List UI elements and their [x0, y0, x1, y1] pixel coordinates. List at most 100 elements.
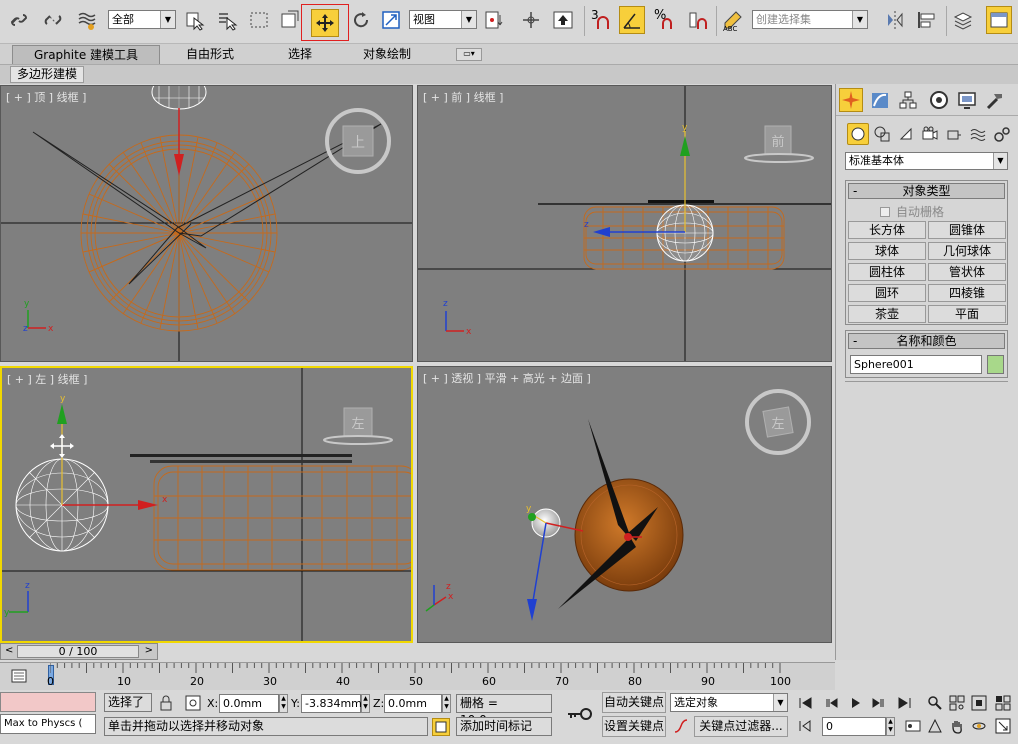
- go-to-end-icon[interactable]: [896, 694, 914, 712]
- pivot-center-icon[interactable]: [481, 6, 507, 34]
- selection-filter-dropdown[interactable]: 全部 ▼: [108, 10, 176, 29]
- add-time-tag-button[interactable]: 添加时间标记: [456, 717, 552, 736]
- cameras-icon[interactable]: [919, 123, 941, 145]
- pyramid-button[interactable]: 四棱锥: [928, 284, 1006, 302]
- mirror-icon[interactable]: [882, 6, 908, 34]
- maxscript-mini-listener[interactable]: Max to Physcs (: [0, 714, 96, 734]
- systems-icon[interactable]: [991, 123, 1013, 145]
- time-slider-thumb[interactable]: 0 / 100: [17, 645, 139, 658]
- time-slider[interactable]: < 0 / 100 >: [0, 643, 158, 660]
- next-frame-icon[interactable]: [870, 694, 888, 712]
- y-coord-input[interactable]: -3.834mm: [301, 694, 362, 713]
- geometry-icon[interactable]: [847, 123, 869, 145]
- key-filters-button[interactable]: 关键点过滤器...: [694, 716, 788, 737]
- tab-object-paint[interactable]: 对象绘制: [346, 45, 428, 64]
- reference-coord-dropdown[interactable]: 视图 ▼: [409, 10, 477, 29]
- angle-snap-icon[interactable]: [619, 6, 645, 34]
- maxscript-listener-pink[interactable]: [0, 692, 96, 712]
- pan-hand-icon[interactable]: [948, 717, 966, 735]
- spinner-snap-icon[interactable]: [684, 6, 710, 34]
- x-coord-input[interactable]: 0.0mm: [219, 694, 279, 713]
- plane-button[interactable]: 平面: [928, 305, 1006, 323]
- torus-button[interactable]: 圆环: [848, 284, 926, 302]
- viewport-top-label[interactable]: [ + ] 顶 ] 线框 ]: [6, 89, 86, 105]
- autogrid-checkbox[interactable]: 自动栅格: [880, 203, 944, 220]
- viewport-left[interactable]: y x 左 z y [ + ] 左 ] 线框 ]: [0, 366, 413, 643]
- layer-manager-icon[interactable]: [950, 6, 976, 34]
- z-spinner[interactable]: ▲ ▼: [442, 694, 451, 713]
- current-frame-input[interactable]: 0: [822, 717, 886, 736]
- motion-tab-icon[interactable]: [927, 88, 951, 112]
- key-mode-dropdown[interactable]: 选定对象 ▼: [670, 693, 788, 712]
- object-type-header[interactable]: - 对象类型: [848, 183, 1005, 199]
- align-icon[interactable]: [914, 6, 940, 34]
- viewport-front[interactable]: y z 前 z x [ + ] 前 ] 线框 ]: [417, 85, 832, 362]
- percent-snap-icon[interactable]: %: [651, 6, 677, 34]
- key-icon[interactable]: [566, 702, 594, 726]
- zoom-extents-all-icon[interactable]: [994, 694, 1012, 712]
- play-icon[interactable]: [846, 694, 864, 712]
- prev-frame-icon[interactable]: <: [5, 645, 13, 656]
- default-tangent-icon[interactable]: [672, 717, 690, 735]
- helpers-icon[interactable]: [943, 123, 965, 145]
- create-tab-icon[interactable]: [839, 88, 863, 112]
- time-tag-icon[interactable]: [432, 718, 450, 736]
- key-mode-toggle-icon[interactable]: [796, 717, 814, 735]
- field-of-view-icon[interactable]: [926, 717, 944, 735]
- y-spinner[interactable]: ▲ ▼: [361, 694, 370, 713]
- window-crossing-icon[interactable]: [276, 6, 302, 34]
- keyboard-shortcut-icon[interactable]: [550, 6, 576, 34]
- track-bar[interactable]: 0 10 20 30 40 50 60 70 80 90 100: [0, 662, 835, 690]
- orbit-icon[interactable]: [970, 717, 988, 735]
- tab-freeform[interactable]: 自由形式: [170, 45, 250, 64]
- geosphere-button[interactable]: 几何球体: [928, 242, 1006, 260]
- lights-icon[interactable]: [895, 123, 917, 145]
- viewport-left-label[interactable]: [ + ] 左 ] 线框 ]: [7, 371, 87, 387]
- cone-button[interactable]: 圆锥体: [928, 221, 1006, 239]
- display-tab-icon[interactable]: [955, 88, 979, 112]
- named-selection-dropdown[interactable]: 创建选择集 ▼: [752, 10, 868, 29]
- graphite-toggle-icon[interactable]: [986, 6, 1012, 34]
- auto-key-button[interactable]: 自动关键点: [602, 692, 666, 713]
- unlink-icon[interactable]: [40, 6, 66, 34]
- set-key-button[interactable]: 设置关键点: [602, 716, 666, 737]
- viewport-front-label[interactable]: [ + ] 前 ] 线框 ]: [423, 89, 503, 105]
- z-coord-input[interactable]: 0.0mm: [384, 694, 442, 713]
- box-button[interactable]: 长方体: [848, 221, 926, 239]
- absolute-mode-icon[interactable]: [184, 694, 202, 712]
- select-object-icon[interactable]: [182, 6, 208, 34]
- object-color-swatch[interactable]: [987, 355, 1004, 374]
- zoom-all-icon[interactable]: [948, 694, 966, 712]
- tab-graphite[interactable]: Graphite 建模工具: [12, 45, 160, 64]
- object-name-input[interactable]: Sphere001: [850, 355, 982, 374]
- x-spinner[interactable]: ▲ ▼: [279, 694, 288, 713]
- subtab-poly-modeling[interactable]: 多边形建模: [10, 66, 85, 83]
- zoom-icon[interactable]: [926, 694, 944, 712]
- select-and-move-button[interactable]: [301, 4, 349, 41]
- tab-selection[interactable]: 选择: [270, 45, 330, 64]
- select-and-rotate-icon[interactable]: [348, 6, 374, 34]
- maximize-viewport-icon[interactable]: [994, 717, 1012, 735]
- cylinder-button[interactable]: 圆柱体: [848, 263, 926, 281]
- sphere-button[interactable]: 球体: [848, 242, 926, 260]
- primitive-category-dropdown[interactable]: 标准基本体 ▼: [845, 152, 1008, 170]
- go-to-start-icon[interactable]: [796, 694, 814, 712]
- hierarchy-tab-icon[interactable]: [896, 88, 920, 112]
- select-manipulate-icon[interactable]: [518, 6, 544, 34]
- time-config-icon[interactable]: [904, 717, 922, 735]
- curve-editor-icon[interactable]: [10, 667, 28, 685]
- link-icon[interactable]: [6, 6, 32, 34]
- name-color-header[interactable]: - 名称和颜色: [848, 333, 1005, 349]
- utilities-tab-icon[interactable]: [983, 88, 1007, 112]
- bind-spacewarp-icon[interactable]: [74, 6, 100, 34]
- ribbon-options-button[interactable]: ▭▾: [456, 48, 482, 61]
- edit-named-selection-icon[interactable]: ABC: [720, 6, 746, 34]
- rect-selection-region-icon[interactable]: [246, 6, 272, 34]
- frame-spinner[interactable]: ▲ ▼: [886, 717, 895, 736]
- next-frame-icon[interactable]: >: [145, 645, 153, 656]
- snaps-toggle[interactable]: 3: [588, 6, 614, 34]
- viewport-top[interactable]: 上 y x z [ + ] 顶 ] 线框 ]: [0, 85, 413, 362]
- viewport-persp-label[interactable]: [ + ] 透视 ] 平滑 + 高光 + 边面 ]: [423, 370, 591, 386]
- select-and-scale-icon[interactable]: [378, 6, 404, 34]
- spacewarps-icon[interactable]: [967, 123, 989, 145]
